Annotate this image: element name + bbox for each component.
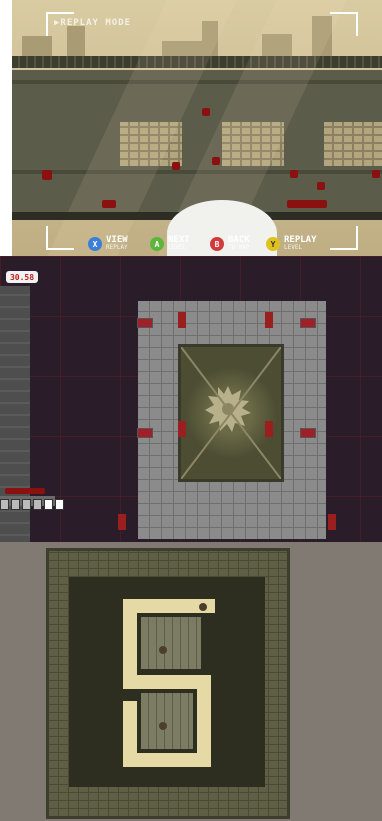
- next-label: NEXT: [168, 235, 190, 245]
- maze-node: [199, 603, 207, 611]
- next-level-action[interactable]: A NEXT LEVEL: [150, 236, 190, 252]
- maze-node: [159, 722, 167, 730]
- level-sublabel: LEVEL: [168, 244, 187, 251]
- red-hazard-block: [265, 421, 273, 437]
- x-button-icon: X: [88, 237, 102, 251]
- red-hazard-block: [178, 312, 186, 328]
- replay-sublabel: REPLAY: [106, 244, 128, 251]
- blood-splatter: [102, 200, 116, 208]
- character-icons: [0, 499, 64, 510]
- red-hazard-block: [300, 318, 316, 328]
- b-button-icon: B: [210, 237, 224, 251]
- maze-wall: [141, 693, 193, 749]
- character-icon: [0, 499, 9, 510]
- character-icon: [33, 499, 42, 510]
- blood-splatter: [212, 157, 220, 165]
- replay-screen: ▶REPLAY MODE X VIEW REPLAY A NEXT LEVEL …: [12, 0, 382, 256]
- to-map-sublabel: TO MAP: [228, 244, 250, 251]
- replay-label: REPLAY: [284, 235, 317, 245]
- maze-wall: [141, 617, 201, 669]
- blood-splatter: [287, 200, 327, 208]
- replay-level-action[interactable]: Y REPLAY LEVEL: [266, 236, 317, 252]
- character-icon: [22, 499, 31, 510]
- replay-mode-label: ▶REPLAY MODE: [54, 18, 132, 28]
- blood-splatter: [42, 170, 52, 180]
- view-label: VIEW: [106, 235, 128, 245]
- view-replay-action[interactable]: X VIEW REPLAY: [88, 236, 128, 252]
- frame-corner: [330, 226, 358, 250]
- blood-splatter: [5, 488, 45, 494]
- chamber-struts: [181, 347, 281, 479]
- red-hazard-block: [137, 428, 153, 438]
- level-sublabel: LEVEL: [284, 244, 303, 251]
- factory-window: [324, 122, 382, 166]
- maze-path: [123, 701, 137, 767]
- red-hazard-block: [118, 514, 126, 530]
- frame-corner: [46, 226, 74, 250]
- blood-splatter: [290, 170, 298, 178]
- blood-splatter: [372, 170, 380, 178]
- back-label: BACK: [228, 235, 250, 245]
- character-icon: [55, 499, 64, 510]
- red-hazard-block: [300, 428, 316, 438]
- level-timer: 30.58: [6, 271, 38, 283]
- red-hazard-block: [137, 318, 153, 328]
- blood-splatter: [317, 182, 325, 190]
- character-icon: [44, 499, 53, 510]
- a-button-icon: A: [150, 237, 164, 251]
- frame-corner: [330, 12, 358, 36]
- maze-screen: [0, 542, 382, 821]
- level-screen: 30.58: [0, 256, 382, 542]
- character-icon: [11, 499, 20, 510]
- maze-node: [159, 646, 167, 654]
- red-hazard-block: [328, 514, 336, 530]
- back-to-map-action[interactable]: B BACK TO MAP: [210, 236, 250, 252]
- blood-splatter: [202, 108, 210, 116]
- red-hazard-block: [265, 312, 273, 328]
- maze-board: [46, 548, 290, 819]
- blood-splatter: [172, 162, 180, 170]
- red-hazard-block: [178, 421, 186, 437]
- y-button-icon: Y: [266, 237, 280, 251]
